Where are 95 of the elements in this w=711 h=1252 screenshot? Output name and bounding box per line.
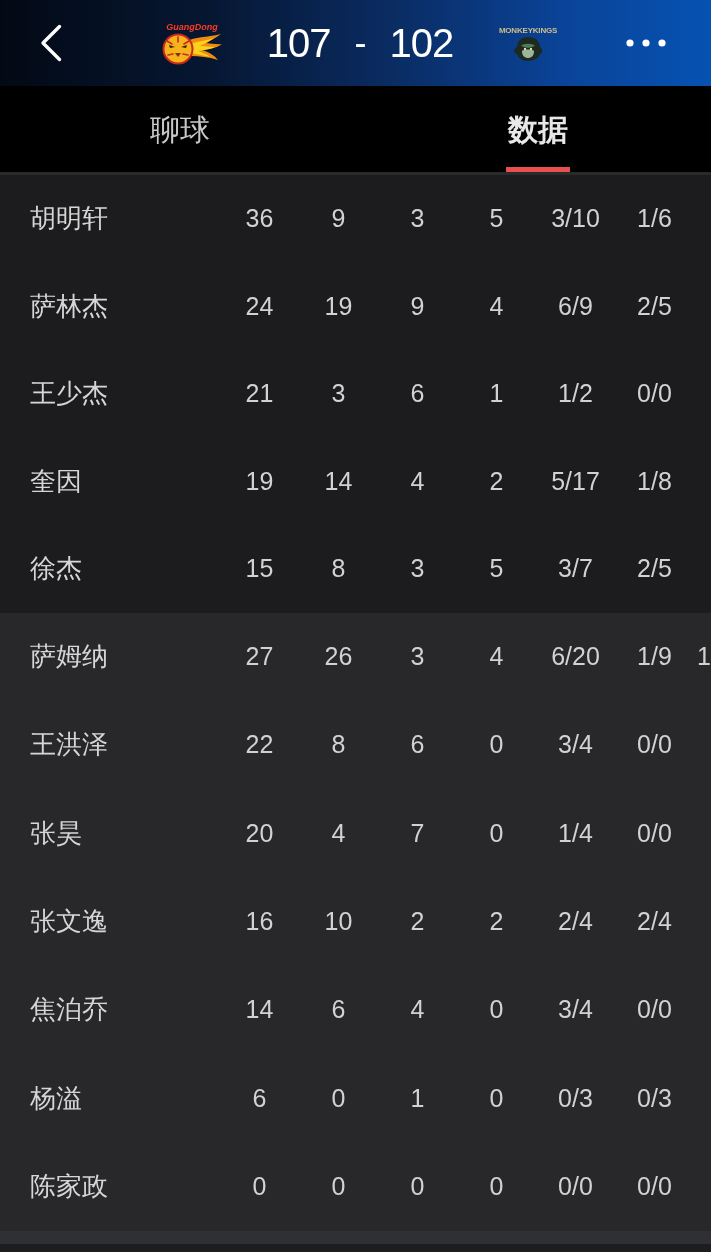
table-cell: 0 — [489, 730, 504, 760]
table-cell: 0/0 — [637, 730, 672, 760]
table-cell: 6 — [331, 995, 346, 1025]
monkey-head-icon — [513, 36, 543, 61]
table-cell: 1/4 — [558, 818, 593, 848]
table-cell: 26 — [324, 642, 353, 672]
table-cell: 27 — [245, 642, 274, 672]
table-cell: 14 — [245, 995, 274, 1025]
table-cell: 20 — [245, 818, 274, 848]
table-cell: 0/0 — [637, 1171, 672, 1201]
table-cell: 1/9 — [637, 642, 672, 672]
player-name: 萨林杰 — [30, 289, 108, 323]
table-cell-text: 1 — [696, 642, 711, 672]
table-cell: 19 — [245, 466, 274, 496]
table-cell: 4 — [489, 291, 504, 321]
table-cell: 3/10 — [551, 204, 600, 234]
table-cell: 0/0 — [558, 1171, 593, 1201]
table-cell: 0 — [331, 1083, 346, 1113]
table-cell: 0/3 — [558, 1083, 593, 1113]
table-cell: 6/20 — [551, 642, 600, 672]
table-cell: 9 — [331, 204, 346, 234]
table-cell: 1/8 — [637, 466, 672, 496]
table-cell: 2/5 — [637, 291, 672, 321]
table-cell: 6/9 — [558, 291, 593, 321]
table-cell: 6 — [410, 379, 425, 409]
table-cell: 1 — [489, 379, 504, 409]
logo-wordmark: GuangDong — [166, 21, 218, 32]
table-cell: 15 — [245, 554, 274, 584]
table-cell: 0 — [410, 1171, 425, 1201]
table-cell: 3/4 — [558, 995, 593, 1025]
table-cell: 0 — [331, 1171, 346, 1201]
table-cell: 8 — [331, 554, 346, 584]
table-cell: 2/5 — [637, 554, 672, 584]
table-cell: 1 — [410, 1083, 425, 1113]
player-name: 奎因 — [30, 464, 82, 498]
table-cell: 24 — [245, 291, 274, 321]
table-cell: 19 — [324, 291, 353, 321]
player-name: 张昊 — [30, 816, 82, 850]
table-cell: 2 — [410, 907, 425, 937]
table-cell: 10 — [324, 907, 353, 937]
logo-wordmark: MONKEYKINGS — [498, 25, 558, 36]
table-cell: 2 — [489, 466, 504, 496]
player-name: 焦泊乔 — [30, 993, 108, 1027]
table-cell: 0/0 — [637, 818, 672, 848]
table-cell: 4 — [331, 818, 346, 848]
table-cell: 1/6 — [637, 204, 672, 234]
table-cell: 4 — [489, 642, 504, 672]
tiger-head-icon — [162, 32, 222, 65]
table-cell: 2 — [489, 907, 504, 937]
player-name: 萨姆纳 — [30, 640, 108, 674]
tab[interactable]: 聊球 — [148, 115, 212, 172]
table-cell: 1/2 — [558, 379, 593, 409]
table-cell: 0/3 — [637, 1083, 672, 1113]
table-cell: 6 — [252, 1083, 267, 1113]
table-cell: 3 — [410, 554, 425, 584]
table-cell: 14 — [324, 466, 353, 496]
table-cell: 2/4 — [558, 907, 593, 937]
player-name: 徐杰 — [30, 552, 82, 586]
player-name: 陈家政 — [30, 1169, 108, 1203]
table-cell: 8 — [331, 730, 346, 760]
player-name: 王少杰 — [30, 377, 108, 411]
table-cell: 0/0 — [637, 379, 672, 409]
table-cell: 7 — [410, 818, 425, 848]
player-name: 张文逸 — [30, 905, 108, 939]
table-cell: 3 — [410, 204, 425, 234]
home-score: 107 — [266, 20, 331, 66]
table-cell: 3/7 — [558, 554, 593, 584]
table-cell: 5 — [489, 204, 504, 234]
table-cell: 0 — [252, 1171, 267, 1201]
table-cell: 4 — [410, 995, 425, 1025]
table-cell: 22 — [245, 730, 274, 760]
table-cell: 5 — [489, 554, 504, 584]
away-score: 102 — [389, 20, 454, 66]
back-icon[interactable] — [40, 24, 62, 62]
table-cell: 3 — [410, 642, 425, 672]
table-cell: 0/0 — [637, 995, 672, 1025]
table-cell: 0 — [489, 995, 504, 1025]
more-icon[interactable] — [626, 39, 666, 47]
table-cell: 16 — [245, 907, 274, 937]
table-cell: 6 — [410, 730, 425, 760]
table-cell: 36 — [245, 204, 274, 234]
player-name: 王洪泽 — [30, 728, 108, 762]
table-cell: 0 — [489, 1083, 504, 1113]
score-separator: - — [354, 22, 366, 64]
table-cell: 5/17 — [551, 466, 600, 496]
table-cell: 0 — [489, 818, 504, 848]
table-cell: 21 — [245, 379, 274, 409]
table-cell: 4 — [410, 466, 425, 496]
table-cell: 3 — [331, 379, 346, 409]
player-name: 杨溢 — [30, 1081, 82, 1115]
player-name: 胡明轩 — [30, 202, 108, 236]
table-cell: 2/4 — [637, 907, 672, 937]
table-cell: 0 — [489, 1171, 504, 1201]
table-cell: 3/4 — [558, 730, 593, 760]
table-cell: 9 — [410, 291, 425, 321]
